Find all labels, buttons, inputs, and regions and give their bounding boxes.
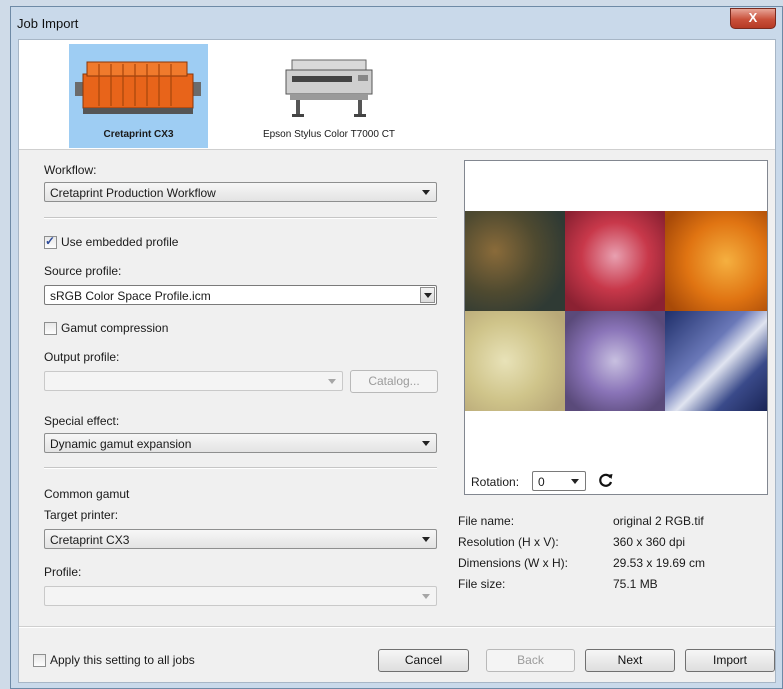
rotation-value: 0 <box>538 475 545 489</box>
dropdown-button[interactable] <box>420 287 435 303</box>
use-embedded-profile-checkbox[interactable]: ✓ <box>44 234 57 249</box>
resolution-label: Resolution (H x V): <box>458 535 559 549</box>
separator <box>44 467 437 469</box>
workflow-dropdown[interactable]: Cretaprint Production Workflow <box>44 182 437 202</box>
preview-tile-3 <box>665 211 767 311</box>
special-effect-dropdown[interactable]: Dynamic gamut expansion <box>44 433 437 453</box>
source-profile-value: sRGB Color Space Profile.icm <box>50 289 211 303</box>
chevron-down-icon <box>422 441 430 446</box>
window-title: Job Import <box>17 16 79 31</box>
checkmark-icon: ✓ <box>45 234 56 248</box>
cancel-button[interactable]: Cancel <box>378 649 469 672</box>
next-button[interactable]: Next <box>585 649 675 672</box>
title-bar[interactable]: Job Import X <box>11 7 782 39</box>
printer-tile-cretaprint-cx3[interactable]: Cretaprint CX3 <box>69 44 208 148</box>
resolution-value: 360 x 360 dpi <box>613 535 686 549</box>
chevron-down-icon <box>571 479 579 484</box>
close-icon: X <box>748 10 758 25</box>
printer-tile-epson-t7000[interactable]: Epson Stylus Color T7000 CT <box>249 44 409 148</box>
dimensions-value: 29.53 x 19.69 cm <box>613 556 706 570</box>
back-button[interactable]: Back <box>486 649 575 672</box>
use-embedded-profile-label: Use embedded profile <box>61 235 179 249</box>
gamut-compression-label: Gamut compression <box>61 321 169 335</box>
chevron-down-icon <box>422 190 430 195</box>
footer-separator <box>19 626 775 628</box>
source-profile-dropdown[interactable]: sRGB Color Space Profile.icm <box>44 285 437 305</box>
chevron-down-icon <box>424 293 432 298</box>
workflow-value: Cretaprint Production Workflow <box>50 186 216 200</box>
output-profile-label: Output profile: <box>44 350 120 364</box>
printer-name-label: Cretaprint CX3 <box>103 129 174 140</box>
cretaprint-printer-icon <box>75 61 201 114</box>
dialog-client-area: Cretaprint CX3 Epson Stylus Color T7000 … <box>18 39 776 683</box>
preview-tile-2 <box>565 211 665 311</box>
job-import-window: Job Import X Cretaprint CX3 Epson Stylus… <box>10 6 783 689</box>
chevron-down-icon <box>328 379 336 384</box>
target-printer-label: Target printer: <box>44 508 119 522</box>
preview-image <box>465 211 767 411</box>
rotation-label: Rotation: <box>471 475 520 489</box>
epson-printer-icon <box>285 59 373 117</box>
printer-name-label: Epson Stylus Color T7000 CT <box>262 129 396 140</box>
source-profile-label: Source profile: <box>44 264 122 278</box>
dimensions-label: Dimensions (W x H): <box>458 556 569 570</box>
rotate-clockwise-icon[interactable] <box>598 472 614 488</box>
output-profile-dropdown[interactable] <box>44 371 343 391</box>
file-size-value: 75.1 MB <box>613 577 658 591</box>
apply-all-jobs-checkbox[interactable] <box>33 654 46 667</box>
close-button[interactable]: X <box>730 8 776 29</box>
file-size-label: File size: <box>458 577 506 591</box>
printer-selector: Cretaprint CX3 Epson Stylus Color T7000 … <box>19 40 775 150</box>
preview-tile-6 <box>665 311 767 411</box>
chevron-down-icon <box>422 594 430 599</box>
profile-label: Profile: <box>44 565 82 579</box>
profile-dropdown[interactable] <box>44 586 437 606</box>
target-printer-value: Cretaprint CX3 <box>50 533 130 547</box>
preview-tile-1 <box>465 211 565 311</box>
image-preview-panel: Rotation: 0 <box>464 160 768 495</box>
apply-all-jobs-label: Apply this setting to all jobs <box>50 653 195 667</box>
file-name-value: original 2 RGB.tif <box>613 514 704 528</box>
file-name-label: File name: <box>458 514 515 528</box>
target-printer-dropdown[interactable]: Cretaprint CX3 <box>44 529 437 549</box>
common-gamut-label: Common gamut <box>44 487 130 501</box>
workflow-label: Workflow: <box>44 163 97 177</box>
special-effect-value: Dynamic gamut expansion <box>50 437 192 451</box>
separator <box>44 217 437 219</box>
special-effect-label: Special effect: <box>44 414 120 428</box>
catalog-button[interactable]: Catalog... <box>350 370 438 393</box>
preview-tile-5 <box>565 311 665 411</box>
chevron-down-icon <box>422 537 430 542</box>
rotation-dropdown[interactable]: 0 <box>532 471 586 491</box>
import-button[interactable]: Import <box>685 649 775 672</box>
preview-tile-4 <box>465 311 565 411</box>
gamut-compression-checkbox[interactable] <box>44 322 57 335</box>
